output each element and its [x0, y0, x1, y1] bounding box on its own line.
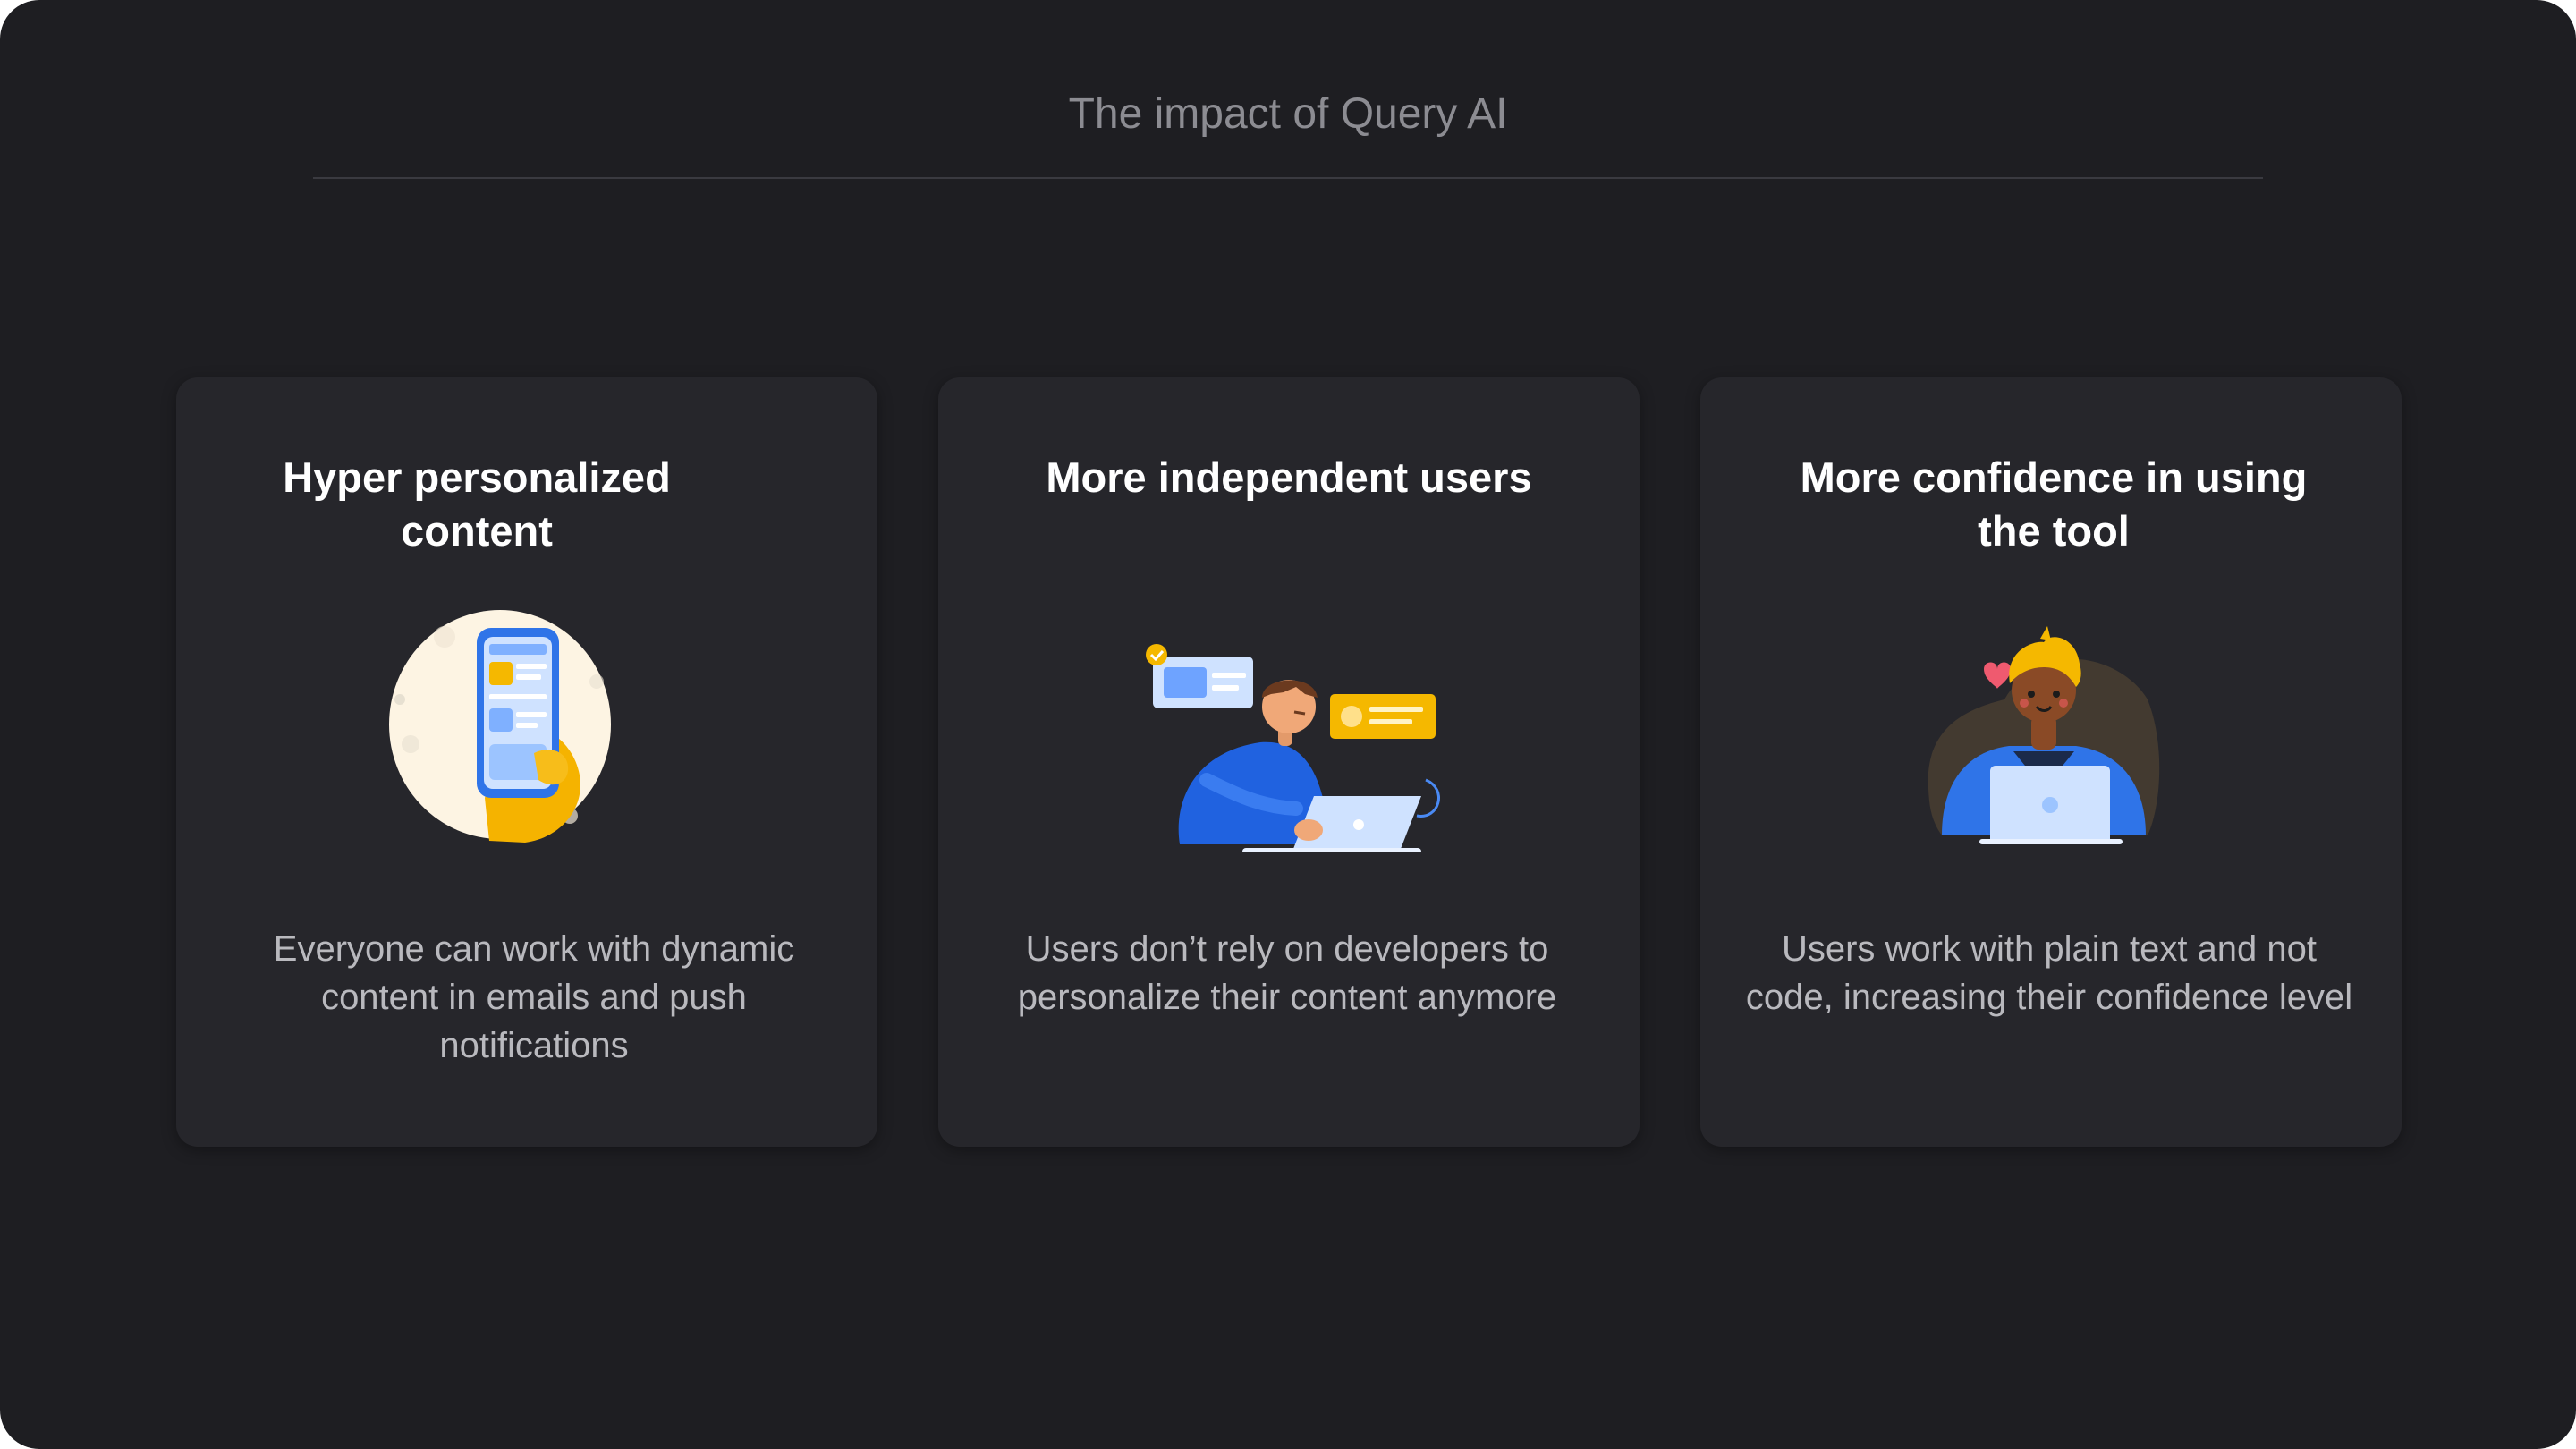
impact-card-personalized: Hyper personalized content Everyone can …	[176, 377, 877, 1147]
slide-frame: The impact of Query AI Hyper personalize…	[0, 0, 2576, 1449]
hand-holding-phone-illustration	[176, 601, 877, 852]
card-title: More confidence in using the tool	[1800, 453, 2308, 555]
card-title: Hyper personalized content	[283, 453, 671, 555]
card-description: Everyone can work with dynamic content i…	[273, 929, 795, 1065]
page-title: The impact of Query AI	[1068, 90, 1508, 138]
impact-card-independent: More independent users Users don’t rely …	[938, 377, 1640, 1147]
impact-card-confidence: More confidence in using the tool Users …	[1700, 377, 2402, 1147]
confident-user-laptop-illustration	[1700, 601, 2402, 852]
card-title: More independent users	[1046, 453, 1532, 501]
card-description: Users don’t rely on developers to person…	[1017, 929, 1557, 1017]
card-description: Users work with plain text and not code,…	[1745, 929, 2353, 1017]
person-with-laptop-illustration	[938, 601, 1640, 852]
title-divider	[313, 177, 2263, 179]
